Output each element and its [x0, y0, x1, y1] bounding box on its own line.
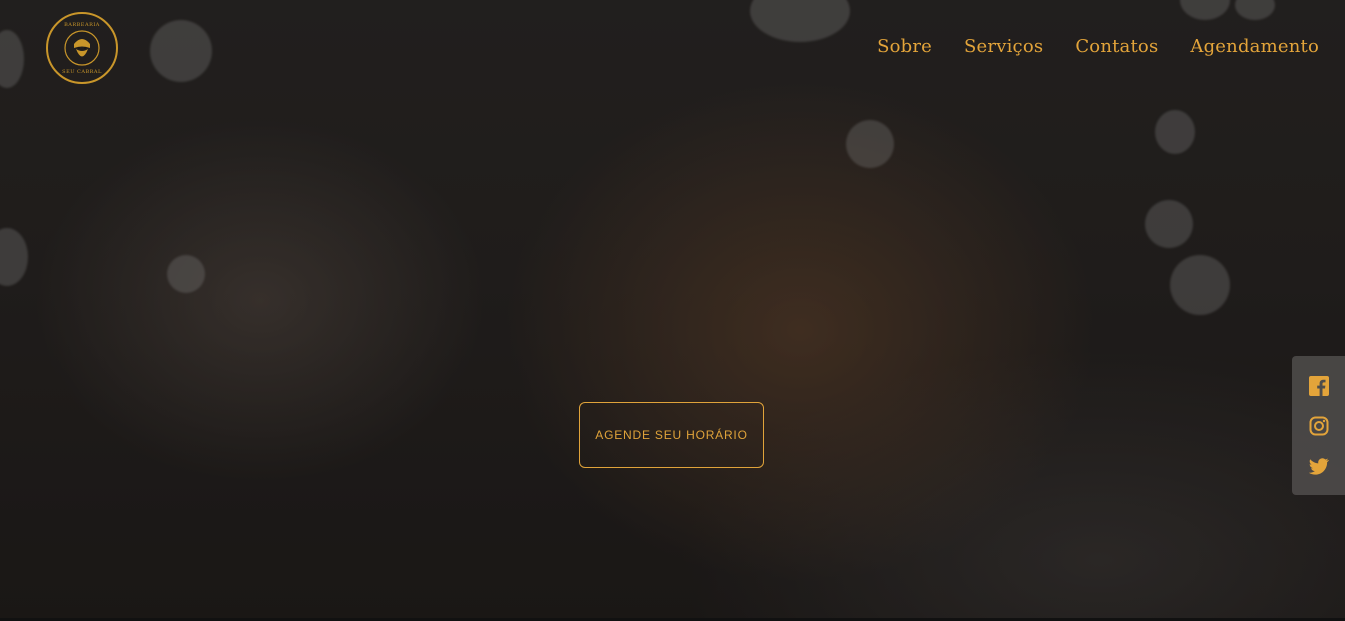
instagram-icon[interactable] [1309, 416, 1329, 436]
nav-link-sobre[interactable]: Sobre [877, 36, 932, 57]
twitter-icon[interactable] [1308, 456, 1329, 476]
logo-bottom-text: SEU CABRAL [62, 69, 102, 75]
schedule-button[interactable]: AGENDE SEU HORÁRIO [579, 402, 764, 468]
main-nav: Sobre Serviços Contatos Agendamento [877, 36, 1319, 57]
brand-logo[interactable]: BARBEARIA SEU CABRAL [46, 12, 118, 84]
barber-face-icon [64, 30, 100, 66]
facebook-icon[interactable] [1308, 375, 1329, 396]
nav-link-servicos[interactable]: Serviços [964, 36, 1043, 57]
nav-link-contatos[interactable]: Contatos [1075, 36, 1158, 57]
dark-overlay [0, 0, 1345, 621]
social-sidebar [1292, 356, 1345, 495]
logo-top-text: BARBEARIA [64, 22, 100, 28]
nav-link-agendamento[interactable]: Agendamento [1190, 36, 1319, 57]
hero-section: BARBEARIA SEU CABRAL Sobre Serviços Cont… [0, 0, 1345, 621]
